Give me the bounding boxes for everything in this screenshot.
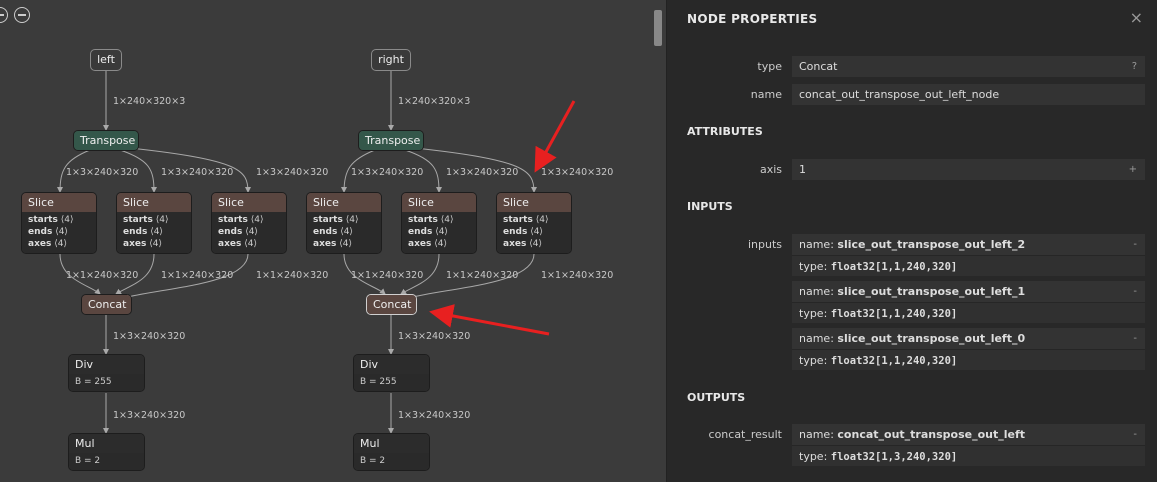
mul-node[interactable]: Mul B = 2 [68, 433, 145, 471]
input-node-right[interactable]: right [371, 49, 411, 71]
node-attributes: B = 255 [354, 374, 429, 391]
collapse-icon[interactable]: - [1133, 328, 1137, 349]
edge-label: 1×3×240×320 [446, 167, 519, 178]
node-label: Slice [117, 193, 191, 212]
edge-label: 1×1×240×320 [351, 270, 424, 281]
node-label: Div [69, 355, 144, 374]
panel-title: NODE PROPERTIES [687, 12, 818, 26]
node-label: Mul [69, 434, 144, 453]
edge-label: 1×3×240×320 [541, 167, 614, 178]
edge-label: 1×3×240×320 [351, 167, 424, 178]
edge-label: 1×1×240×320 [66, 270, 139, 281]
concat-node-left[interactable]: Concat [81, 294, 132, 315]
node-attributes: starts ⟨4⟩ ends ⟨4⟩ axes ⟨4⟩ [402, 212, 476, 253]
input-name[interactable]: name: slice_out_transpose_out_left_1 - [792, 281, 1145, 302]
input-node-left[interactable]: left [90, 49, 122, 71]
slice-node[interactable]: Slice starts ⟨4⟩ ends ⟨4⟩ axes ⟨4⟩ [21, 192, 97, 254]
transpose-node-left[interactable]: Transpose [73, 130, 139, 151]
edge-label: 1×3×240×320 [398, 410, 471, 421]
output-label: concat_result [708, 428, 782, 441]
node-label: Slice [497, 193, 571, 212]
slice-node[interactable]: Slice starts ⟨4⟩ ends ⟨4⟩ axes ⟨4⟩ [401, 192, 477, 254]
node-label: Slice [402, 193, 476, 212]
inputs-label: inputs [747, 238, 782, 251]
concat-node-right-selected[interactable]: Concat [366, 294, 417, 315]
edge-label: 1×3×240×320 [256, 167, 329, 178]
slice-node[interactable]: Slice starts ⟨4⟩ ends ⟨4⟩ axes ⟨4⟩ [211, 192, 287, 254]
edge-label: 1×1×240×320 [446, 270, 519, 281]
node-label: Mul [354, 434, 429, 453]
graph-canvas[interactable]: 1×240×320×3 1×240×320×3 1×3×240×320 1×3×… [0, 0, 666, 482]
node-label: Transpose [359, 131, 423, 150]
node-label: Div [354, 355, 429, 374]
collapse-icon[interactable]: - [1133, 281, 1137, 302]
div-node[interactable]: Div B = 255 [68, 354, 145, 392]
node-attributes: starts ⟨4⟩ ends ⟨4⟩ axes ⟨4⟩ [22, 212, 96, 253]
slice-node[interactable]: Slice starts ⟨4⟩ ends ⟨4⟩ axes ⟨4⟩ [306, 192, 382, 254]
edge-label: 1×3×240×320 [66, 167, 139, 178]
edge-label: 1×3×240×320 [113, 410, 186, 421]
slice-node[interactable]: Slice starts ⟨4⟩ ends ⟨4⟩ axes ⟨4⟩ [496, 192, 572, 254]
type-label: type [757, 60, 782, 73]
node-label: Transpose [74, 131, 138, 150]
mul-node[interactable]: Mul B = 2 [353, 433, 430, 471]
slice-node[interactable]: Slice starts ⟨4⟩ ends ⟨4⟩ axes ⟨4⟩ [116, 192, 192, 254]
name-value[interactable]: concat_out_transpose_out_left_node [792, 84, 1145, 105]
edge-label: 1×3×240×320 [161, 167, 234, 178]
node-attributes: B = 2 [354, 453, 429, 470]
input-type: type: float32[1,1,240,320] [792, 302, 1145, 323]
node-label: left [97, 53, 115, 66]
edge-label: 1×3×240×320 [113, 331, 186, 342]
node-attributes: starts ⟨4⟩ ends ⟨4⟩ axes ⟨4⟩ [117, 212, 191, 253]
transpose-node-right[interactable]: Transpose [358, 130, 424, 151]
attributes-section-title: ATTRIBUTES [687, 125, 763, 138]
close-icon[interactable]: × [1130, 8, 1143, 27]
node-attributes: starts ⟨4⟩ ends ⟨4⟩ axes ⟨4⟩ [497, 212, 571, 253]
edge-label: 1×1×240×320 [256, 270, 329, 281]
vertical-scrollbar[interactable] [654, 10, 662, 46]
input-name[interactable]: name: slice_out_transpose_out_left_0 - [792, 328, 1145, 349]
node-properties-panel: NODE PROPERTIES × type Concat ? name con… [667, 0, 1157, 482]
node-label: Slice [307, 193, 381, 212]
node-attributes: starts ⟨4⟩ ends ⟨4⟩ axes ⟨4⟩ [307, 212, 381, 253]
help-icon[interactable]: ? [1132, 56, 1137, 77]
node-label: Slice [22, 193, 96, 212]
name-label: name [750, 88, 782, 101]
node-label: Concat [367, 295, 416, 314]
collapse-icon[interactable]: - [1133, 424, 1137, 445]
type-value[interactable]: Concat ? [792, 56, 1145, 77]
expand-icon[interactable]: + [1129, 159, 1137, 180]
input-type: type: float32[1,1,240,320] [792, 349, 1145, 370]
node-label: Concat [82, 295, 131, 314]
input-name[interactable]: name: slice_out_transpose_out_left_2 - [792, 234, 1145, 255]
node-attributes: B = 255 [69, 374, 144, 391]
node-label: right [378, 53, 404, 66]
collapse-icon[interactable]: - [1133, 234, 1137, 255]
axis-value[interactable]: 1 + [792, 159, 1145, 180]
edge-label: 1×240×320×3 [113, 96, 186, 107]
edge-label: 1×1×240×320 [541, 270, 614, 281]
axis-label: axis [759, 163, 782, 176]
output-type: type: float32[1,3,240,320] [792, 445, 1145, 466]
output-name[interactable]: name: concat_out_transpose_out_left - [792, 424, 1145, 445]
div-node[interactable]: Div B = 255 [353, 354, 430, 392]
edge-label: 1×3×240×320 [398, 331, 471, 342]
outputs-section-title: OUTPUTS [687, 391, 746, 404]
node-attributes: B = 2 [69, 453, 144, 470]
input-type: type: float32[1,1,240,320] [792, 255, 1145, 276]
edge-label: 1×240×320×3 [398, 96, 471, 107]
inputs-section-title: INPUTS [687, 200, 733, 213]
node-attributes: starts ⟨4⟩ ends ⟨4⟩ axes ⟨4⟩ [212, 212, 286, 253]
edge-label: 1×1×240×320 [161, 270, 234, 281]
node-label: Slice [212, 193, 286, 212]
